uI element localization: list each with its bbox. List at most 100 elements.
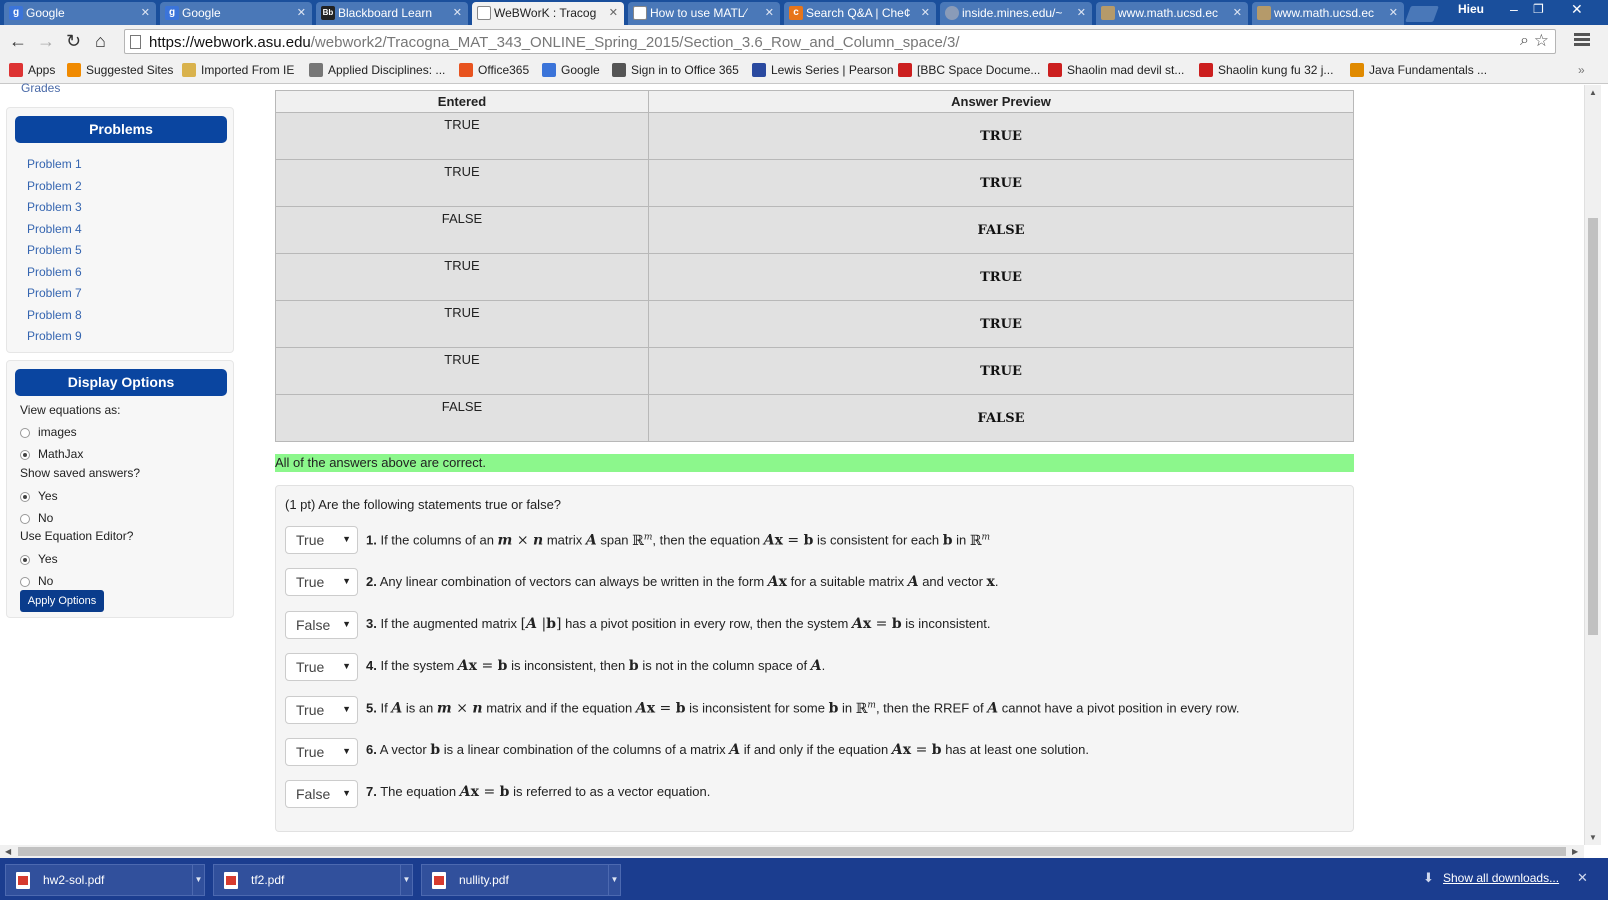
equation-editor-radio-0[interactable] bbox=[20, 555, 30, 565]
bookmark-label: Imported From IE bbox=[201, 63, 295, 77]
tab-matlab[interactable]: How to use MATL⁄ ✕ bbox=[628, 2, 780, 25]
answer-select-6[interactable]: True ▼ bbox=[285, 738, 358, 766]
download-item-hw2-sol[interactable]: hw2-sol.pdf ▼ bbox=[5, 864, 205, 896]
entered-cell: FALSE bbox=[275, 394, 649, 442]
apply-options-button[interactable]: Apply Options bbox=[20, 590, 104, 612]
download-item-tf2[interactable]: tf2.pdf ▼ bbox=[213, 864, 413, 896]
answer-preview-cell: TRUE bbox=[648, 253, 1354, 301]
problems-header: Problems bbox=[15, 116, 227, 143]
bookmark-8[interactable]: [BBC Space Docume... bbox=[898, 63, 1040, 77]
tab-ucsd-2[interactable]: www.math.ucsd.ec ✕ bbox=[1252, 2, 1404, 25]
tab-blackboard[interactable]: Bb Blackboard Learn ✕ bbox=[316, 2, 468, 25]
close-icon[interactable]: ✕ bbox=[1389, 6, 1398, 19]
close-icon[interactable]: ✕ bbox=[1077, 6, 1086, 19]
forward-arrow-icon[interactable]: → bbox=[37, 31, 55, 52]
close-icon[interactable]: ✕ bbox=[297, 6, 306, 19]
view-equations-radio-1[interactable] bbox=[20, 450, 30, 460]
selected-value: True bbox=[296, 659, 325, 675]
tab-ucsd-1[interactable]: www.math.ucsd.ec ✕ bbox=[1096, 2, 1248, 25]
dropdown-arrow-icon: ▼ bbox=[342, 534, 351, 544]
chevron-down-icon[interactable]: ▼ bbox=[608, 865, 620, 895]
bookmark-label: Applied Disciplines: ... bbox=[328, 63, 446, 77]
view-equations-radio-0[interactable] bbox=[20, 428, 30, 438]
problem-box: (1 pt) Are the following statements true… bbox=[275, 485, 1354, 832]
close-icon[interactable]: ✕ bbox=[453, 6, 462, 19]
tab-chegg[interactable]: c Search Q&A | Che¢ ✕ bbox=[784, 2, 936, 25]
problem-link-7[interactable]: Problem 7 bbox=[27, 286, 82, 300]
equation-editor-radio-1[interactable] bbox=[20, 577, 30, 587]
close-icon[interactable]: ✕ bbox=[141, 6, 150, 19]
problem-link-1[interactable]: Problem 1 bbox=[27, 157, 82, 171]
view-equations-label: View equations as: bbox=[20, 403, 121, 417]
answer-select-3[interactable]: False ▼ bbox=[285, 611, 358, 639]
restore-icon[interactable]: ❐ bbox=[1533, 2, 1544, 16]
show-all-downloads-link[interactable]: Show all downloads... bbox=[1443, 871, 1559, 885]
google-g-icon bbox=[542, 63, 556, 77]
answer-select-4[interactable]: True ▼ bbox=[285, 653, 358, 681]
problem-link-8[interactable]: Problem 8 bbox=[27, 308, 82, 322]
close-window-icon[interactable]: ✕ bbox=[1571, 1, 1583, 18]
back-arrow-icon[interactable]: ← bbox=[9, 31, 27, 52]
saved-answers-radio-0[interactable] bbox=[20, 492, 30, 502]
chrome-menu-icon[interactable] bbox=[1574, 33, 1590, 48]
profile-name[interactable]: Hieu bbox=[1458, 2, 1484, 16]
bookmarks-overflow-icon[interactable]: » bbox=[1578, 63, 1585, 77]
vertical-scroll-thumb[interactable] bbox=[1588, 218, 1598, 635]
problem-link-9[interactable]: Problem 9 bbox=[27, 329, 82, 343]
bookmark-11[interactable]: Java Fundamentals ... bbox=[1350, 63, 1487, 77]
saved-answers-radio-1[interactable] bbox=[20, 514, 30, 524]
problem-link-5[interactable]: Problem 5 bbox=[27, 243, 82, 257]
answer-select-2[interactable]: True ▼ bbox=[285, 568, 358, 596]
tab-webwork[interactable]: WeBWorK : Tracog ✕ bbox=[472, 2, 624, 25]
new-tab-button[interactable] bbox=[1405, 6, 1439, 22]
problem-link-4[interactable]: Problem 4 bbox=[27, 222, 82, 236]
problem-link-3[interactable]: Problem 3 bbox=[27, 200, 82, 214]
close-icon[interactable]: ✕ bbox=[1577, 870, 1588, 886]
bookmark-0[interactable]: Apps bbox=[9, 63, 55, 77]
close-icon[interactable]: ✕ bbox=[921, 6, 930, 19]
download-filename: nullity.pdf bbox=[459, 873, 509, 887]
answer-select-7[interactable]: False ▼ bbox=[285, 780, 358, 808]
home-icon[interactable]: ⌂ bbox=[95, 31, 106, 52]
close-icon[interactable]: ✕ bbox=[765, 6, 774, 19]
bookmark-10[interactable]: Shaolin kung fu 32 j... bbox=[1199, 63, 1333, 77]
close-icon[interactable]: ✕ bbox=[609, 6, 618, 19]
scroll-up-icon[interactable]: ▲ bbox=[1589, 88, 1597, 97]
bookmark-9[interactable]: Shaolin mad devil st... bbox=[1048, 63, 1184, 77]
tab-strip: g Google ✕ g Google ✕ Bb Blackboard Lear… bbox=[0, 0, 1608, 25]
vertical-scrollbar[interactable]: ▲ ▼ bbox=[1584, 85, 1601, 845]
close-icon[interactable]: ✕ bbox=[1233, 6, 1242, 19]
grades-link[interactable]: Grades bbox=[21, 81, 60, 95]
address-bar[interactable]: https://webwork.asu.edu/webwork2/Tracogn… bbox=[124, 29, 1556, 54]
chevron-down-icon[interactable]: ▼ bbox=[400, 865, 412, 895]
star-bookmark-icon[interactable]: ☆ bbox=[1534, 31, 1549, 51]
horizontal-scrollbar[interactable]: ◀ ▶ bbox=[0, 845, 1584, 858]
reload-icon[interactable]: ↻ bbox=[66, 31, 81, 52]
bookmark-4[interactable]: Office365 bbox=[459, 63, 529, 77]
table-row: TRUE TRUE bbox=[275, 112, 1354, 160]
problem-link-2[interactable]: Problem 2 bbox=[27, 179, 82, 193]
column-header-answer-preview: Answer Preview bbox=[648, 90, 1354, 113]
answer-select-5[interactable]: True ▼ bbox=[285, 696, 358, 724]
bookmark-1[interactable]: Suggested Sites bbox=[67, 63, 173, 77]
problem-link-6[interactable]: Problem 6 bbox=[27, 265, 82, 279]
scroll-left-icon[interactable]: ◀ bbox=[5, 847, 11, 856]
answer-select-1[interactable]: True ▼ bbox=[285, 526, 358, 554]
minimize-icon[interactable]: – bbox=[1510, 1, 1518, 17]
bookmark-2[interactable]: Imported From IE bbox=[182, 63, 294, 77]
zoom-icon[interactable]: ⌕ bbox=[1520, 32, 1529, 50]
scroll-down-icon[interactable]: ▼ bbox=[1589, 833, 1597, 842]
horizontal-scroll-thumb[interactable] bbox=[18, 847, 1566, 856]
bookmark-3[interactable]: Applied Disciplines: ... bbox=[309, 63, 445, 77]
chevron-down-icon[interactable]: ▼ bbox=[192, 865, 204, 895]
scroll-right-icon[interactable]: ▶ bbox=[1572, 847, 1578, 856]
tab-google-1[interactable]: g Google ✕ bbox=[4, 2, 156, 25]
download-item-nullity[interactable]: nullity.pdf ▼ bbox=[421, 864, 621, 896]
bookmark-7[interactable]: Lewis Series | Pearson bbox=[752, 63, 894, 77]
tab-google-2[interactable]: g Google ✕ bbox=[160, 2, 312, 25]
download-filename: tf2.pdf bbox=[251, 873, 285, 887]
tab-mines[interactable]: inside.mines.edu/~ ✕ bbox=[940, 2, 1092, 25]
bookmark-5[interactable]: Google bbox=[542, 63, 600, 77]
bookmark-6[interactable]: Sign in to Office 365 bbox=[612, 63, 739, 77]
bookmark-label: Office365 bbox=[478, 63, 530, 77]
